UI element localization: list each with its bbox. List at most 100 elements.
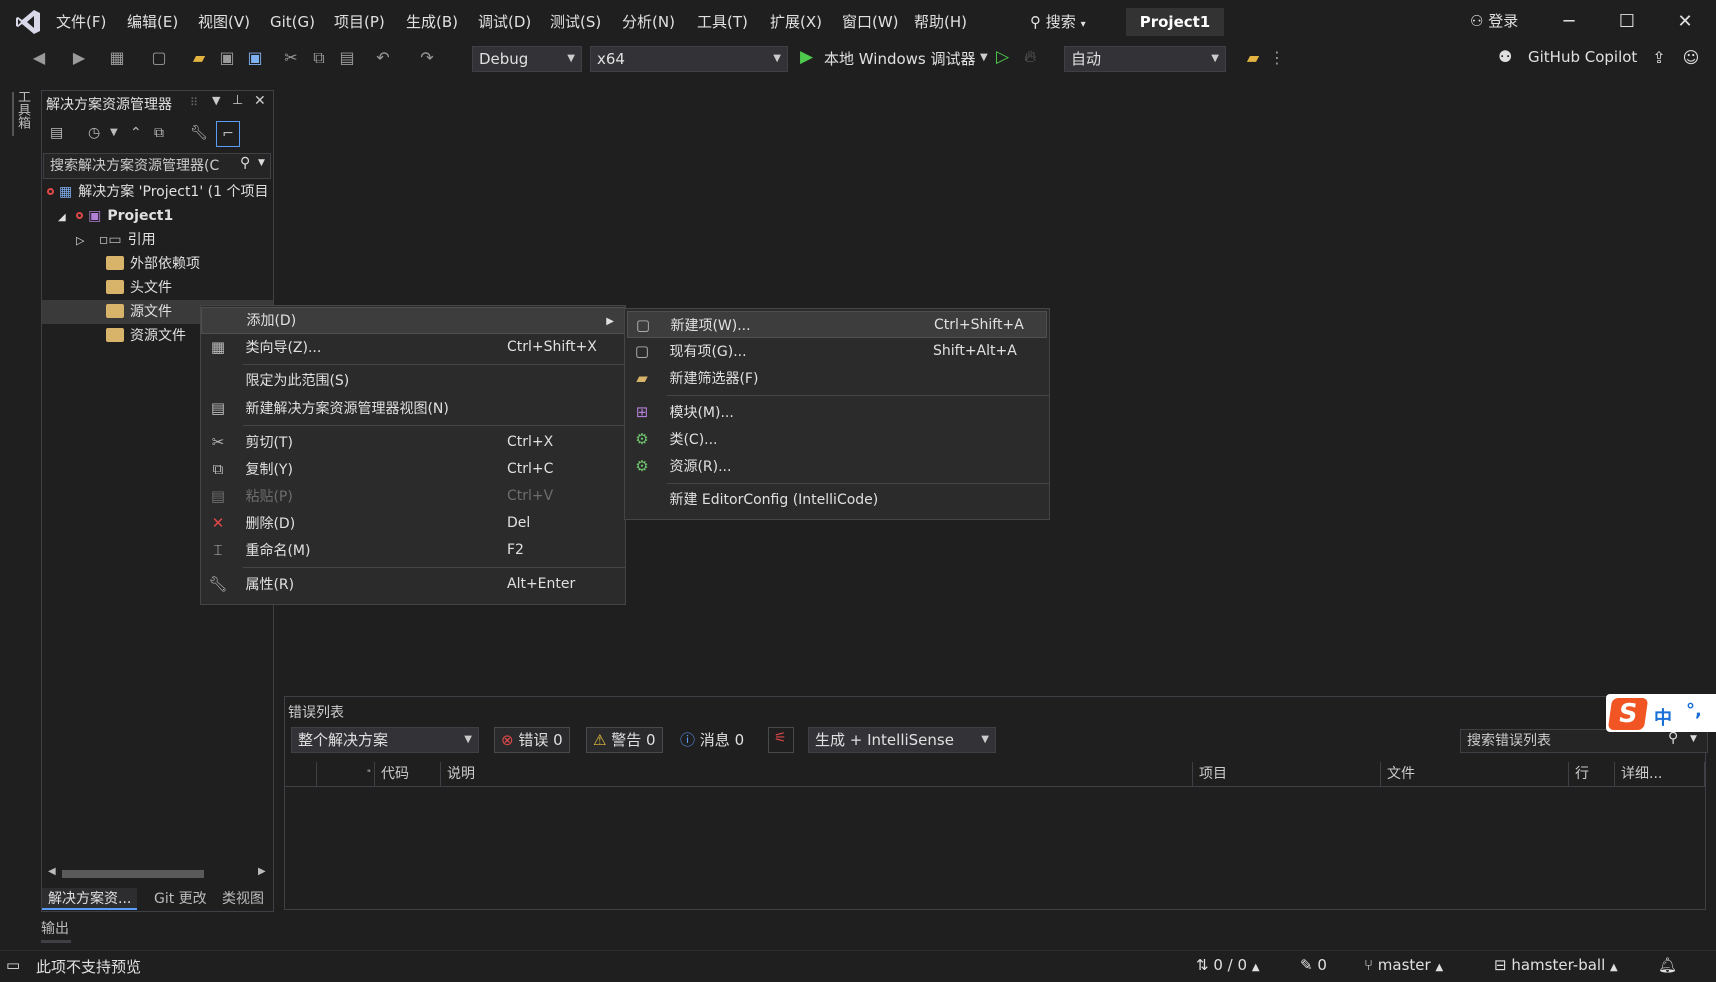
scrollbar-thumb[interactable] <box>62 870 204 878</box>
start-debugging-button[interactable]: 本地 Windows 调试器 <box>824 48 976 69</box>
configuration-combo[interactable]: Debug ▼ <box>472 46 582 72</box>
menu-editorconfig[interactable]: 新建 EditorConfig (IntelliCode) <box>625 487 1049 514</box>
tab-solution-explorer[interactable]: 解决方案资... <box>42 888 138 910</box>
paste-icon[interactable]: ▤ <box>336 47 358 69</box>
menu-rename[interactable]: ⌶ 重命名(M) F2 <box>201 537 625 564</box>
properties-wrench-icon[interactable]: 🔧︎ <box>190 125 208 141</box>
search-icon[interactable]: ⚲ <box>240 155 250 171</box>
chevron-down-icon[interactable]: ▼ <box>258 158 265 168</box>
tree-item-solution[interactable]: ▦ 解决方案 'Project1' (1 个项目 <box>42 180 273 204</box>
col-code[interactable]: 代码 <box>375 762 441 786</box>
menu-window[interactable]: 窗口(W) <box>838 10 903 34</box>
chevron-down-icon[interactable]: ▼ <box>212 94 220 107</box>
tree-item-external-deps[interactable]: 外部依赖项 <box>42 252 273 276</box>
menu-new-item[interactable]: ▢ 新建项(W)... Ctrl+Shift+A <box>627 311 1047 338</box>
col-details[interactable]: 详细... <box>1615 762 1705 786</box>
copy-icon[interactable]: ⧉ <box>308 47 330 69</box>
menu-copy[interactable]: ⧉ 复制(Y) Ctrl+C <box>201 456 625 483</box>
menu-add[interactable]: 添加(D) ▶ <box>201 307 625 334</box>
errors-filter-button[interactable]: ⊗ 错误 0 <box>494 727 570 753</box>
toolbox-tab[interactable]: 工具箱 <box>10 90 32 140</box>
col-project[interactable]: 项目 <box>1193 762 1381 786</box>
save-icon[interactable]: ▣ <box>216 47 238 69</box>
notification-bell-icon[interactable]: 🔔︎ <box>1658 956 1677 974</box>
menu-class-wizard[interactable]: ▦ 类向导(Z)... Ctrl+Shift+X <box>201 334 625 361</box>
menu-existing-item[interactable]: ▢ 现有项(G)... Shift+Alt+A <box>625 338 1049 365</box>
search-icon[interactable]: ⚲ <box>1668 730 1678 746</box>
menu-git[interactable]: Git(G) <box>266 10 319 34</box>
messages-filter-button[interactable]: ⓘ 消息 0 <box>680 729 744 750</box>
menu-test[interactable]: 测试(S) <box>546 10 605 34</box>
ime-mode[interactable]: 中 <box>1654 704 1672 730</box>
solution-platform-combo[interactable]: 自动 ▼ <box>1064 46 1226 72</box>
start-without-debug-icon[interactable]: ▷ <box>996 47 1009 67</box>
menu-delete[interactable]: ✕ 删除(D) Del <box>201 510 625 537</box>
hot-reload-icon[interactable]: 🔥︎ <box>1024 47 1036 67</box>
filter-toggle-button[interactable]: ⚟ <box>768 727 794 753</box>
chevron-down-icon[interactable]: ▼ <box>110 127 118 138</box>
cut-icon[interactable]: ✂ <box>280 47 302 69</box>
redo-icon[interactable]: ↷ <box>416 47 438 69</box>
add-item-icon[interactable]: ▢ <box>148 47 170 69</box>
back-icon[interactable]: ◀ <box>28 47 50 69</box>
col-sort[interactable]: " <box>317 762 375 786</box>
menu-analyze[interactable]: 分析(N) <box>618 10 679 34</box>
build-filter-combo[interactable]: 生成 + IntelliSense ▼ <box>808 727 996 753</box>
ime-punctuation[interactable]: °, <box>1686 700 1702 721</box>
close-button[interactable]: ✕ <box>1662 6 1708 38</box>
tree-item-project[interactable]: ◢ ▣ Project1 <box>42 204 273 228</box>
switch-views-icon[interactable]: ▤ <box>50 125 63 141</box>
solution-config-icon[interactable]: ▰ <box>1242 47 1264 69</box>
menu-build[interactable]: 生成(B) <box>402 10 462 34</box>
tab-output[interactable]: 输出 <box>41 918 69 938</box>
undo-icon[interactable]: ↶ <box>372 47 394 69</box>
project-name-badge[interactable]: Project1 <box>1126 8 1224 36</box>
maximize-button[interactable]: ☐ <box>1604 6 1650 38</box>
tree-item-headers[interactable]: 头文件 <box>42 276 273 300</box>
close-icon[interactable]: ✕ <box>254 93 266 109</box>
menu-tools[interactable]: 工具(T) <box>693 10 752 34</box>
menu-debug[interactable]: 调试(D) <box>474 10 535 34</box>
menu-new-filter[interactable]: ▰ 新建筛选器(F) <box>625 365 1049 392</box>
menu-help[interactable]: 帮助(H) <box>910 10 971 34</box>
menu-view[interactable]: 视图(V) <box>194 10 254 34</box>
chevron-down-icon[interactable]: ▼ <box>1690 734 1697 744</box>
repository-status[interactable]: ⊟ hamster-ball ▲ <box>1494 956 1618 974</box>
preview-selected-icon[interactable]: ⌐ <box>216 121 240 147</box>
github-copilot-button[interactable]: GitHub Copilot <box>1528 48 1637 66</box>
scroll-left-icon[interactable]: ◀ <box>48 866 56 877</box>
collapse-all-icon[interactable]: ⌃ <box>130 125 142 141</box>
solution-search-input[interactable]: 搜索解决方案资源管理器(C <box>43 153 271 179</box>
platform-combo[interactable]: x64 ▼ <box>590 46 788 72</box>
pending-changes-icon[interactable]: ◷ <box>88 125 100 141</box>
tab-class-view[interactable]: 类视图 <box>222 888 264 910</box>
new-project-icon[interactable]: ▦ <box>106 47 128 69</box>
tab-git-changes[interactable]: Git 更改 <box>154 888 207 910</box>
menu-resource[interactable]: ⚙ 资源(R)... <box>625 453 1049 480</box>
open-folder-icon[interactable]: ▰ <box>188 47 210 69</box>
menu-properties[interactable]: 🔧︎ 属性(R) Alt+Enter <box>201 571 625 598</box>
menu-file[interactable]: 文件(F) <box>52 10 110 34</box>
tree-item-references[interactable]: ▷ ▫▭ 引用 <box>42 228 273 252</box>
menu-module[interactable]: ⊞ 模块(M)... <box>625 399 1049 426</box>
feedback-icon[interactable]: ☺ <box>1680 47 1702 69</box>
toolbar-overflow-icon[interactable]: ⋮ <box>1266 47 1288 69</box>
sync-status[interactable]: ⇅ 0 / 0 ▲ <box>1196 956 1260 974</box>
global-search[interactable]: ⚲ 搜索 ▾ <box>1030 8 1086 36</box>
menu-edit[interactable]: 编辑(E) <box>123 10 182 34</box>
start-debug-icon[interactable]: ▶ <box>800 47 813 67</box>
share-icon[interactable]: ⇪ <box>1648 47 1670 69</box>
menu-class[interactable]: ⚙ 类(C)... <box>625 426 1049 453</box>
branch-status[interactable]: ⑂ master ▲ <box>1364 956 1443 974</box>
col-line[interactable]: 行 <box>1569 762 1615 786</box>
chevron-down-icon[interactable]: ▼ <box>980 52 988 63</box>
scroll-right-icon[interactable]: ▶ <box>258 866 266 877</box>
minimize-button[interactable]: ─ <box>1546 6 1592 38</box>
menu-paste[interactable]: ▤ 粘贴(P) Ctrl+V <box>201 483 625 510</box>
show-all-files-icon[interactable]: ⧉ <box>154 125 164 141</box>
drag-grip-icon[interactable]: ⠿ <box>190 96 198 109</box>
menu-extensions[interactable]: 扩展(X) <box>766 10 826 34</box>
login-button[interactable]: ⚇ 登录 <box>1470 10 1518 31</box>
pin-icon[interactable]: ⊥ <box>232 93 243 108</box>
save-all-icon[interactable]: ▣ <box>244 47 266 69</box>
